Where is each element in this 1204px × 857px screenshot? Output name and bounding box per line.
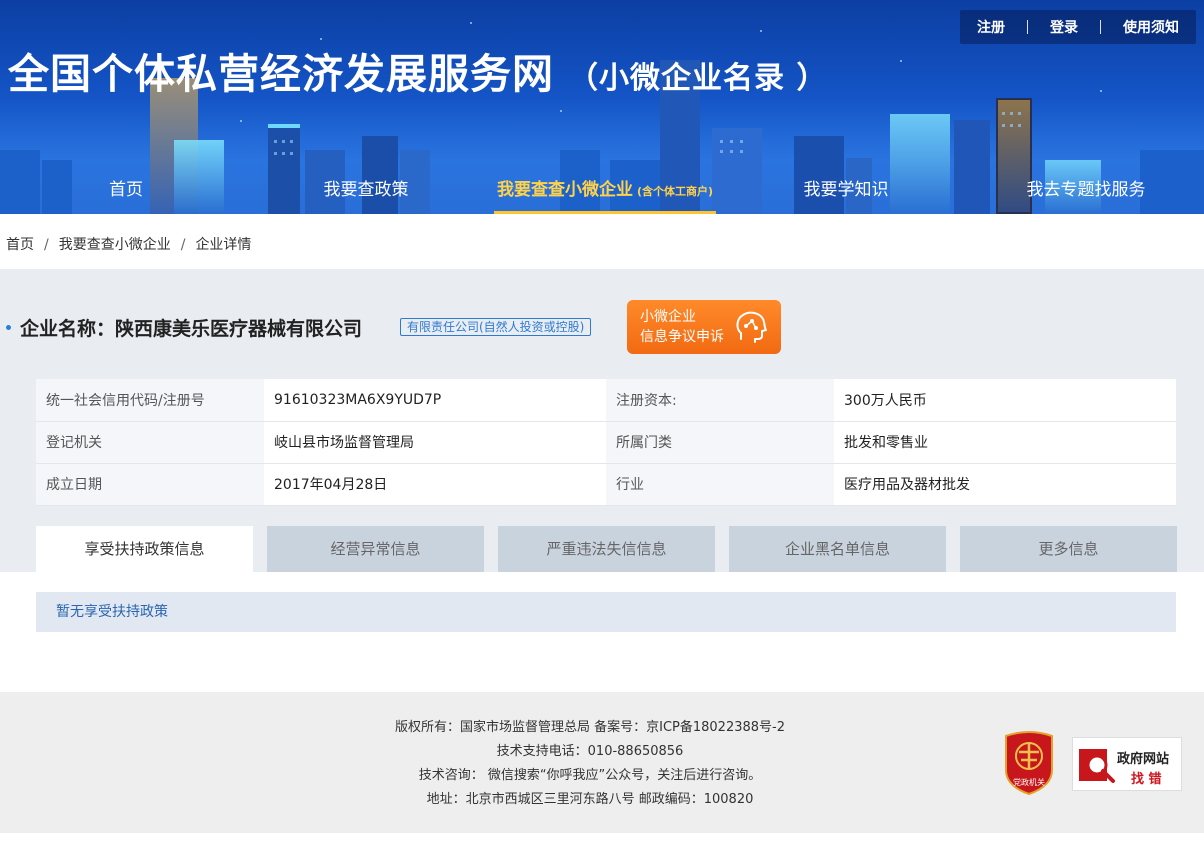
site-subtitle: （小微企业名录 ） xyxy=(568,61,828,96)
badge-caption: 党政机关 xyxy=(1013,777,1045,787)
company-name: 陕西康美乐医疗器械有限公司 xyxy=(115,317,363,340)
nav-label: 我要学知识 xyxy=(803,180,889,200)
tab-serious-violation[interactable]: 严重违法失信信息 xyxy=(498,526,715,572)
party-government-badge-icon[interactable]: 党政机关 xyxy=(1002,730,1056,796)
tab-abnormal-operation[interactable]: 经营异常信息 xyxy=(267,526,484,572)
register-link[interactable]: 注册 xyxy=(977,17,1005,37)
main-nav: 首页 我要查政策 我要查查小微企业 (含个体工商户) 我要学知识 我去专题找服务 xyxy=(0,162,1204,214)
table-row: 统一社会信用代码/注册号 91610323MA6X9YUD7P 注册资本: 30… xyxy=(36,379,1176,422)
gov-box-title: 政府网站 xyxy=(1117,752,1170,767)
table-row: 成立日期 2017年04月28日 行业 医疗用品及器材批发 xyxy=(36,463,1176,506)
breadcrumb-current: 企业详情 xyxy=(195,237,252,253)
dispute-appeal-button[interactable]: 小微企业 信息争议申诉 xyxy=(627,300,781,354)
field-label: 行业 xyxy=(606,463,834,506)
company-heading: 企业名称： 陕西康美乐医疗器械有限公司 xyxy=(6,300,362,354)
magnifier-icon xyxy=(1079,749,1115,783)
field-value: 岐山县市场监督管理局 xyxy=(264,421,606,464)
nav-label: 我要查政策 xyxy=(323,180,409,200)
nav-label: 我去专题找服务 xyxy=(1026,180,1146,200)
info-tabs: 享受扶持政策信息 经营异常信息 严重违法失信信息 企业黑名单信息 更多信息 xyxy=(36,526,1177,572)
table-row: 登记机关 岐山县市场监督管理局 所属门类 批发和零售业 xyxy=(36,421,1176,464)
field-value: 批发和零售业 xyxy=(834,421,1176,464)
policy-empty-message: 暂无享受扶持政策 xyxy=(36,592,1176,632)
tab-more-info[interactable]: 更多信息 xyxy=(960,526,1177,572)
nav-item-knowledge[interactable]: 我要学知识 xyxy=(796,162,896,214)
breadcrumb-enterprise-search[interactable]: 我要查查小微企业 xyxy=(59,237,171,253)
divider xyxy=(1027,20,1028,34)
site-title-text: 全国个体私营经济发展服务网 xyxy=(8,50,554,98)
field-label: 成立日期 xyxy=(36,463,264,506)
login-link[interactable]: 登录 xyxy=(1050,17,1078,37)
site-header: 全国个体私营经济发展服务网 （小微企业名录 ） 注册 登录 使用须知 首页 我要查… xyxy=(0,0,1204,214)
field-label: 注册资本: xyxy=(606,379,834,422)
breadcrumb-separator: / xyxy=(44,237,49,253)
field-label: 登记机关 xyxy=(36,421,264,464)
nav-label: 首页 xyxy=(109,180,143,200)
usage-notice-link[interactable]: 使用须知 xyxy=(1123,17,1179,37)
gov-box-subtitle: 找 错 xyxy=(1131,772,1162,787)
nav-item-policy[interactable]: 我要查政策 xyxy=(316,162,416,214)
divider xyxy=(1100,20,1101,34)
nav-item-enterprise-search[interactable]: 我要查查小微企业 (含个体工商户) xyxy=(494,162,716,214)
breadcrumb-home[interactable]: 首页 xyxy=(6,237,34,253)
field-value: 300万人民币 xyxy=(834,379,1176,422)
top-links: 注册 登录 使用须知 xyxy=(960,10,1196,44)
company-name-label: 企业名称： xyxy=(20,317,116,340)
gov-site-error-report[interactable]: 政府网站 找 错 xyxy=(1072,737,1182,791)
field-label: 统一社会信用代码/注册号 xyxy=(36,379,264,422)
site-title: 全国个体私营经济发展服务网 （小微企业名录 ） xyxy=(8,46,827,107)
bullet-dot xyxy=(6,324,11,330)
breadcrumb: 首页 / 我要查查小微企业 / 企业详情 xyxy=(6,234,251,254)
field-value: 91610323MA6X9YUD7P xyxy=(264,379,606,422)
enterprise-info-table: 统一社会信用代码/注册号 91610323MA6X9YUD7P 注册资本: 30… xyxy=(36,379,1176,506)
nav-item-special-services[interactable]: 我去专题找服务 xyxy=(1020,162,1152,214)
breadcrumb-separator: / xyxy=(180,237,186,253)
head-network-icon xyxy=(736,311,767,343)
field-label: 所属门类 xyxy=(606,421,834,464)
nav-item-home[interactable]: 首页 xyxy=(86,162,166,214)
tab-support-policy[interactable]: 享受扶持政策信息 xyxy=(36,526,253,572)
tab-blacklist[interactable]: 企业黑名单信息 xyxy=(729,526,946,572)
nav-label-note: (含个体工商户) xyxy=(636,185,714,198)
field-value: 医疗用品及器材批发 xyxy=(834,463,1176,506)
nav-label: 我要查查小微企业 xyxy=(496,180,633,200)
company-type-badge: 有限责任公司(自然人投资或控股) xyxy=(400,318,592,336)
field-value: 2017年04月28日 xyxy=(264,463,606,506)
